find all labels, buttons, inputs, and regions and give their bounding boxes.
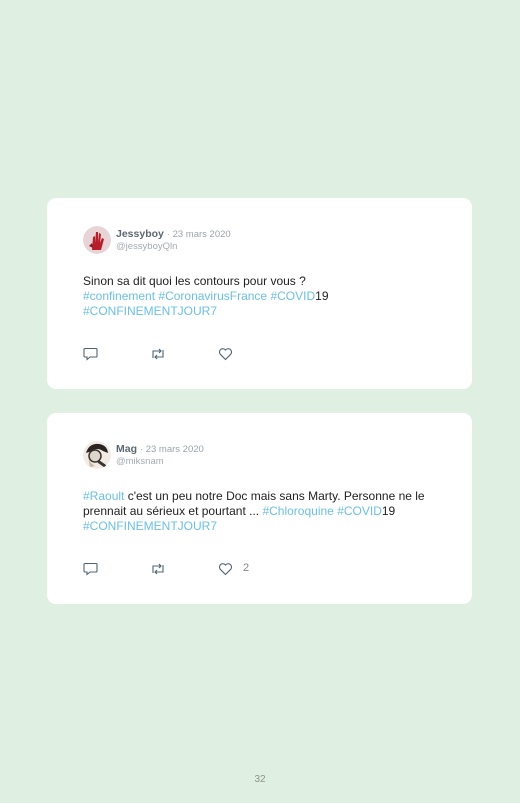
tweet-date: · 23 mars 2020 bbox=[166, 229, 231, 240]
avatar[interactable] bbox=[83, 441, 111, 469]
reply-icon[interactable] bbox=[83, 347, 98, 361]
tweet-card: Jessyboy · 23 mars 2020 @jessyboyQln Sin… bbox=[47, 198, 472, 389]
hashtag-link[interactable]: #CONFINEMENTJOUR7 bbox=[83, 519, 217, 533]
reply-icon[interactable] bbox=[83, 562, 98, 576]
tweet-date: · 23 mars 2020 bbox=[139, 444, 204, 455]
hashtag-link[interactable]: #COVID bbox=[270, 289, 315, 303]
tweet-text-line: Sinon sa dit quoi les contours pour vous… bbox=[83, 274, 306, 288]
author-name[interactable]: Mag bbox=[116, 443, 137, 455]
tweet-text-line: #CONFINEMENTJOUR7 bbox=[83, 304, 443, 319]
hashtag-link[interactable]: #confinement bbox=[83, 289, 155, 303]
retweet-icon[interactable] bbox=[150, 562, 165, 576]
author-handle[interactable]: @jessyboyQln bbox=[116, 241, 177, 252]
hashtag-link[interactable]: #COVID bbox=[337, 504, 382, 518]
tweet-text: Sinon sa dit quoi les contours pour vous… bbox=[83, 274, 443, 319]
retweet-icon[interactable] bbox=[150, 347, 165, 361]
tweet-text-line: #confinement #CoronavirusFrance #COVID19 bbox=[83, 289, 443, 304]
author-line: Mag · 23 mars 2020 bbox=[116, 443, 204, 455]
tweet-actions: 2 bbox=[83, 562, 283, 576]
hashtag-link[interactable]: #Raoult bbox=[83, 489, 124, 503]
tweet-actions bbox=[83, 347, 283, 361]
like-count: 2 bbox=[243, 562, 250, 574]
tweet-card: Mag · 23 mars 2020 @miksnam #Raoult c'es… bbox=[47, 413, 472, 604]
page-number: 32 bbox=[254, 774, 266, 785]
hashtag-link[interactable]: #CONFINEMENTJOUR7 bbox=[83, 304, 217, 318]
author-handle[interactable]: @miksnam bbox=[116, 456, 164, 467]
tweet-text-fragment: 19 bbox=[315, 289, 329, 303]
tweet-text-fragment: 19 bbox=[381, 504, 396, 518]
author-name[interactable]: Jessyboy bbox=[116, 228, 164, 240]
hashtag-link[interactable]: #CoronavirusFrance bbox=[158, 289, 267, 303]
author-line: Jessyboy · 23 mars 2020 bbox=[116, 228, 231, 240]
hashtag-link[interactable]: #Chloroquine bbox=[262, 504, 333, 518]
avatar[interactable] bbox=[83, 226, 111, 254]
tweet-text: #Raoult c'est un peu notre Doc mais sans… bbox=[83, 489, 443, 534]
heart-icon[interactable] bbox=[218, 347, 233, 361]
heart-icon[interactable] bbox=[218, 562, 233, 576]
